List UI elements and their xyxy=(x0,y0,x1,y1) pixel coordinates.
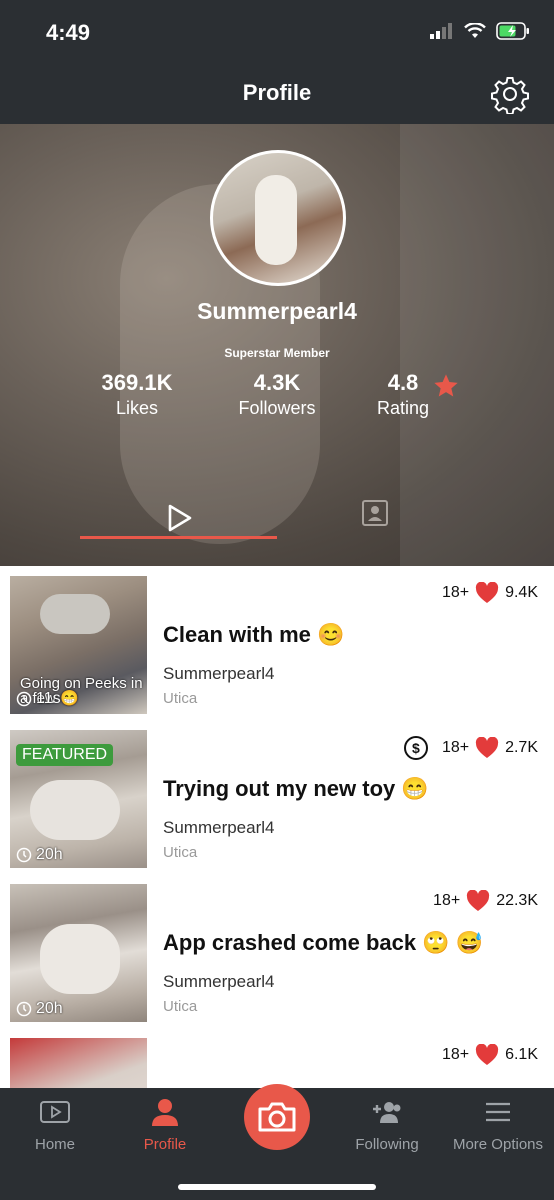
post-timer: 11s xyxy=(16,690,61,708)
gear-icon[interactable] xyxy=(490,74,530,114)
post-thumbnail[interactable]: Going on Peeks in a few 😁 11s xyxy=(10,576,147,714)
post-location: Utica xyxy=(163,844,198,861)
profile-tabs xyxy=(0,494,554,566)
heart-icon xyxy=(467,890,490,911)
stat-value: 4.3K xyxy=(253,370,301,395)
post-title: Clean with me 😊 xyxy=(163,622,345,647)
add-user-icon xyxy=(373,1102,401,1123)
profile-username: Summerpearl4 xyxy=(197,298,357,324)
stat-value: 4.8 xyxy=(387,370,419,395)
post-location: Utica xyxy=(163,998,198,1015)
age-rating: 18+ xyxy=(441,584,470,601)
post-title: Trying out my new toy 😁 xyxy=(163,776,429,801)
age-rating: 18+ xyxy=(433,892,461,909)
page-title: Profile xyxy=(242,80,312,105)
age-rating: 18+ xyxy=(441,739,470,756)
timer-icon xyxy=(16,1001,32,1017)
featured-badge: FEATURED xyxy=(16,744,114,766)
tab-label: Home xyxy=(34,1136,75,1153)
list-item[interactable]: FEATURED 20h $ 18+ 2.7K Trying out my ne… xyxy=(0,720,554,874)
photo-detail xyxy=(30,780,120,840)
member-level: Superstar Member xyxy=(224,346,330,360)
home-indicator xyxy=(178,1184,376,1190)
camera-icon xyxy=(258,1102,296,1132)
post-meta: 18+ 22.3K xyxy=(433,890,538,912)
tab-profile[interactable]: Profile xyxy=(110,1088,220,1168)
star-icon xyxy=(434,374,458,397)
menu-icon xyxy=(486,1102,510,1122)
stat-rating: 4.8 Rating xyxy=(366,370,440,419)
post-meta: 18+ 9.4K xyxy=(442,582,538,604)
age-rating: 18+ xyxy=(441,1046,470,1063)
timer-icon xyxy=(16,847,32,863)
tab-home[interactable]: Home xyxy=(0,1088,110,1168)
stat-followers[interactable]: 4.3K Followers xyxy=(226,370,328,419)
profile-header: Summerpearl4 Superstar Member 369.1K Lik… xyxy=(0,124,554,566)
person-icon xyxy=(152,1099,178,1126)
tab-label: Profile xyxy=(143,1136,187,1153)
wifi-icon xyxy=(464,23,486,38)
post-thumbnail[interactable] xyxy=(10,1038,147,1088)
timer-icon xyxy=(16,691,32,707)
tab-videos[interactable] xyxy=(160,500,196,536)
photo-detail xyxy=(40,594,110,634)
post-time: 20h xyxy=(36,846,63,863)
post-list: Going on Peeks in a few 😁 11s 18+ 9.4K C… xyxy=(0,566,554,1088)
post-time: 20h xyxy=(36,1000,63,1017)
paid-content-icon: $ xyxy=(403,736,428,760)
post-username[interactable]: Summerpearl4 xyxy=(163,818,275,838)
battery-icon xyxy=(496,22,529,40)
like-count: 2.7K xyxy=(505,739,538,756)
post-thumbnail[interactable]: 20h xyxy=(10,884,147,1022)
post-thumbnail[interactable]: FEATURED 20h xyxy=(10,730,147,868)
status-icons xyxy=(430,22,530,40)
post-username[interactable]: Summerpearl4 xyxy=(163,972,275,992)
stat-label: Likes xyxy=(115,398,159,418)
post-location: Utica xyxy=(163,690,198,707)
camera-button[interactable] xyxy=(244,1084,310,1150)
list-item[interactable]: 18+ 6.1K xyxy=(0,1028,554,1088)
heart-icon xyxy=(475,582,499,603)
like-count: 22.3K xyxy=(496,892,538,909)
list-item[interactable]: 20h 18+ 22.3K App crashed come back 🙄 😅 … xyxy=(0,874,554,1028)
tab-label: Following xyxy=(355,1136,419,1153)
active-tab-indicator xyxy=(80,536,277,539)
post-username[interactable]: Summerpearl4 xyxy=(163,664,275,684)
post-meta: $ 18+ 2.7K xyxy=(403,736,538,760)
post-timer: 20h xyxy=(16,846,63,864)
video-icon xyxy=(40,1101,70,1123)
like-count: 6.1K xyxy=(505,1046,538,1063)
heart-icon xyxy=(475,737,499,758)
stat-value: 369.1K xyxy=(101,370,173,395)
post-title: App crashed come back 🙄 😅 xyxy=(163,930,484,955)
photo-detail xyxy=(40,924,120,994)
status-time: 4:49 xyxy=(46,20,91,45)
stat-label: Followers xyxy=(238,398,316,418)
stat-likes: 369.1K Likes xyxy=(88,370,186,419)
tab-photos[interactable] xyxy=(360,498,390,528)
list-item[interactable]: Going on Peeks in a few 😁 11s 18+ 9.4K C… xyxy=(0,566,554,720)
heart-icon xyxy=(475,1044,499,1065)
post-meta: 18+ 6.1K xyxy=(442,1044,538,1066)
status-bar: 4:49 xyxy=(0,0,554,66)
tab-label: More Options xyxy=(452,1136,544,1153)
post-time: 11s xyxy=(36,690,61,707)
tab-following[interactable]: Following xyxy=(332,1088,442,1168)
nav-bar: Profile xyxy=(0,66,554,125)
tab-more-options[interactable]: More Options xyxy=(443,1088,553,1168)
post-timer: 20h xyxy=(16,1000,63,1018)
avatar[interactable] xyxy=(210,150,346,286)
stat-label: Rating xyxy=(376,398,430,418)
signal-icon xyxy=(430,23,452,39)
like-count: 9.4K xyxy=(505,584,538,601)
